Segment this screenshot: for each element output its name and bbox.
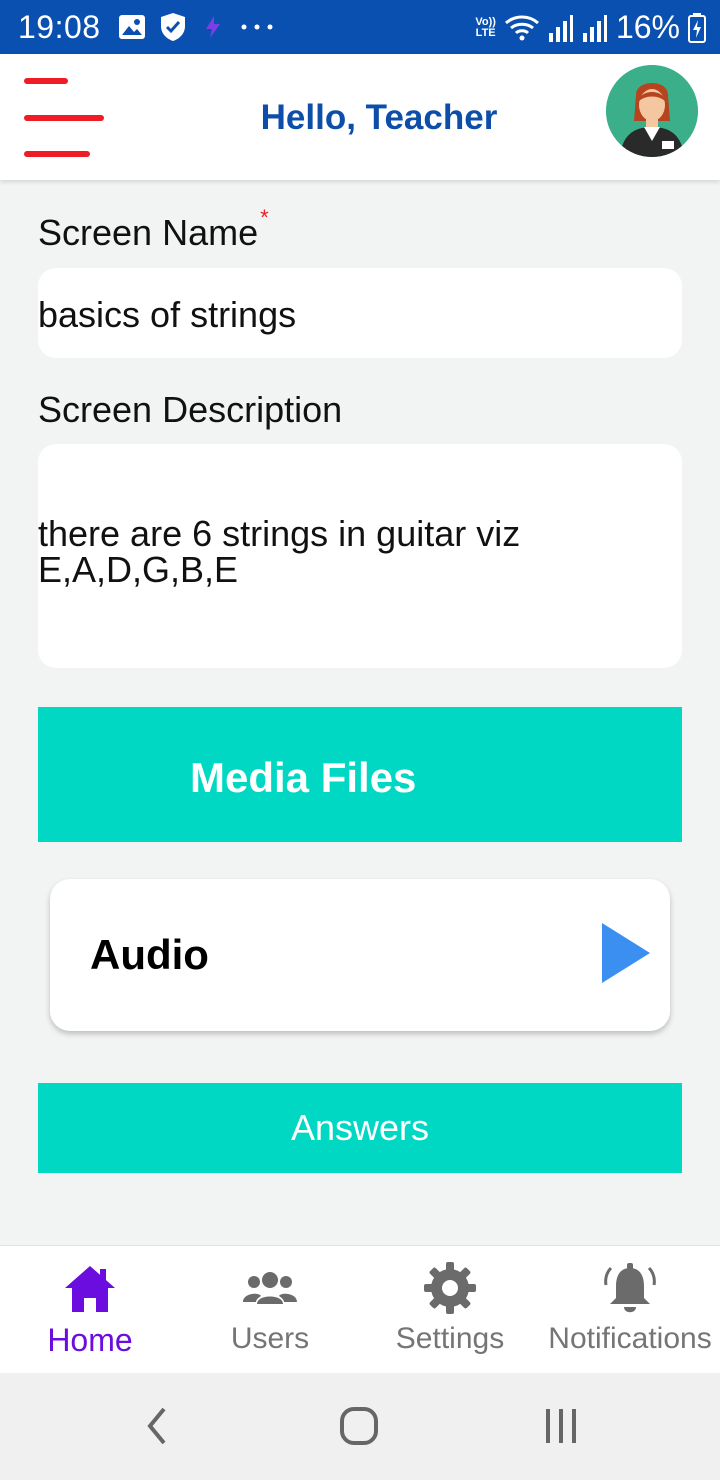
required-mark: *	[260, 205, 269, 230]
gear-icon	[424, 1262, 476, 1314]
play-icon[interactable]	[602, 923, 650, 983]
home-icon	[65, 1266, 115, 1312]
home-circle-icon[interactable]	[329, 1401, 389, 1451]
teacher-avatar-icon	[606, 65, 698, 157]
media-files-label: Media Files	[190, 754, 417, 801]
nav-label-settings: Settings	[395, 1322, 505, 1355]
screen-name-label: Screen Name*	[38, 205, 269, 253]
nav-label-home: Home	[47, 1322, 133, 1358]
battery-icon	[688, 12, 706, 43]
nav-label-notifications: Notifications	[548, 1322, 712, 1355]
users-icon	[243, 1272, 297, 1304]
status-icons-right: Vo)) LTE 16%	[475, 9, 706, 46]
nav-item-users[interactable]: Users	[180, 1246, 360, 1374]
nav-item-home[interactable]: Home	[0, 1246, 180, 1374]
screen-description-input[interactable]: there are 6 strings in guitar viz E,A,D,…	[38, 444, 682, 668]
nav-item-settings[interactable]: Settings	[360, 1246, 540, 1374]
battery-percent: 16%	[615, 9, 680, 45]
answers-button[interactable]: Answers	[38, 1083, 682, 1173]
nav-item-notifications[interactable]: Notifications	[540, 1246, 720, 1374]
avatar[interactable]	[606, 65, 698, 157]
app-icon	[206, 16, 220, 38]
more-dots-icon	[241, 24, 273, 30]
status-icons-left	[118, 12, 274, 42]
bell-icon	[604, 1263, 656, 1313]
audio-label: Audio	[90, 931, 209, 978]
image-icon	[119, 15, 145, 39]
shield-icon	[161, 13, 185, 41]
system-nav-bar	[0, 1373, 720, 1480]
audio-card[interactable]: Audio	[50, 879, 670, 1031]
nav-label-users: Users	[230, 1322, 310, 1355]
screen-description-label: Screen Description	[38, 389, 343, 430]
screen-name-input[interactable]: basics of strings	[38, 268, 682, 358]
status-time: 19:08	[18, 9, 101, 45]
status-bar: 19:08 Vo)) LTE 16%	[0, 0, 720, 54]
wifi-icon	[504, 15, 539, 40]
recents-icon[interactable]	[531, 1401, 591, 1451]
app-header: Hello, Teacher	[0, 54, 720, 180]
signal-icon	[548, 14, 573, 42]
network-type: Vo)) LTE	[475, 15, 496, 39]
bottom-nav: Home Users Settings Notifications	[0, 1245, 720, 1373]
signal-icon	[582, 14, 607, 42]
back-icon[interactable]	[128, 1401, 188, 1451]
media-files-button[interactable]: Media Files	[38, 707, 682, 842]
